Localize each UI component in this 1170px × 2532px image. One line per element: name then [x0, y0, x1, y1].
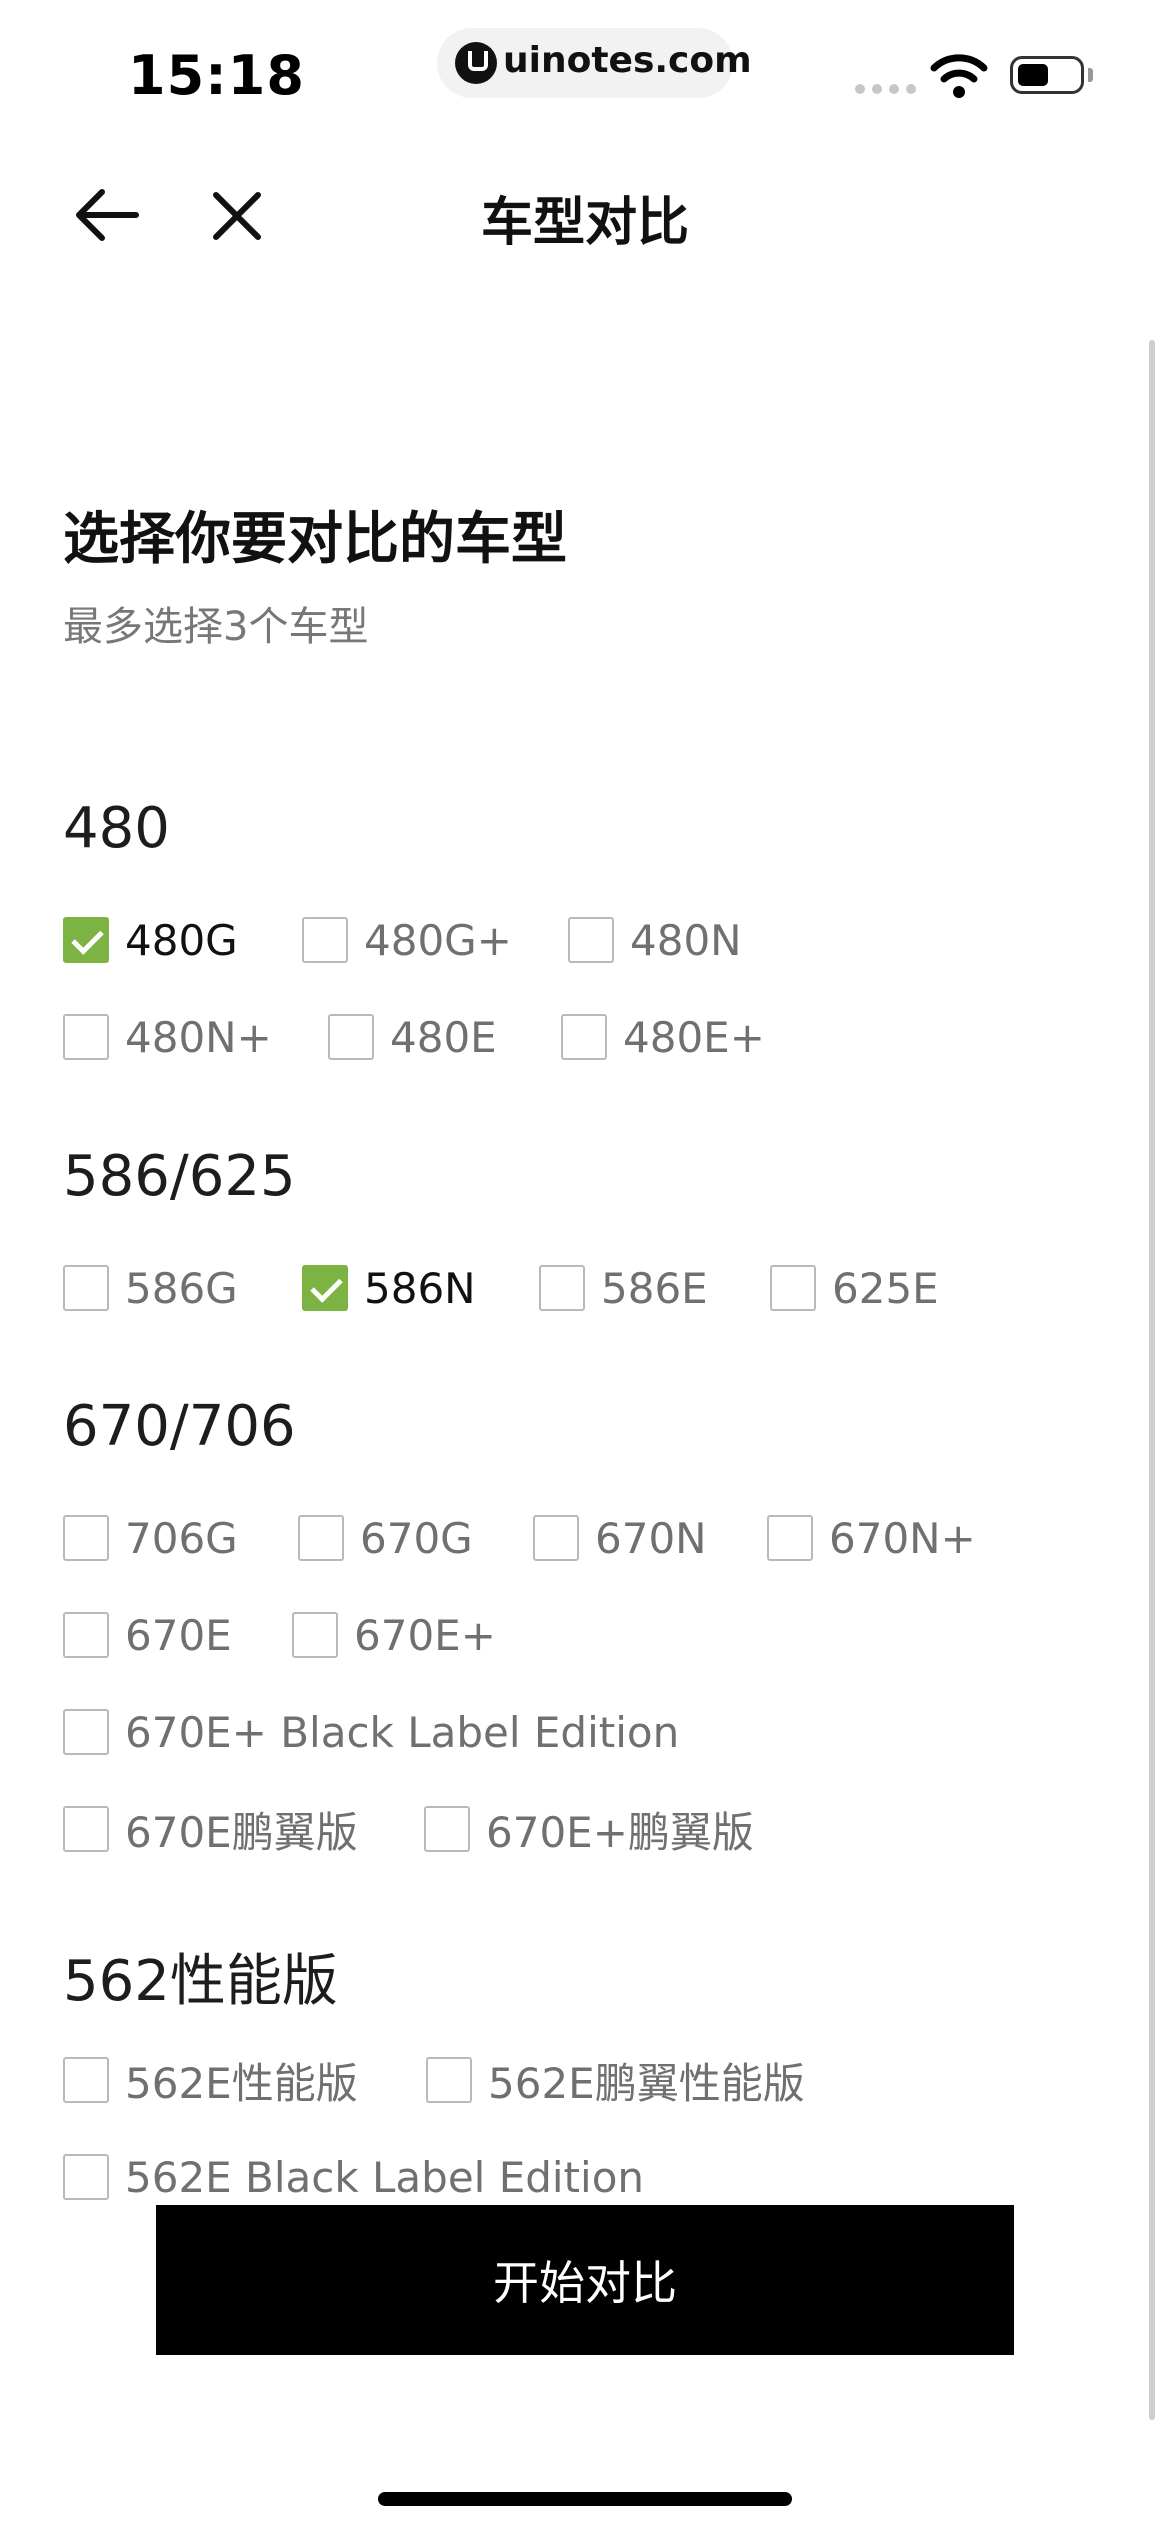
option-checkbox[interactable]: 586G — [63, 1260, 238, 1316]
option-checkbox[interactable]: 480E+ — [561, 1009, 765, 1065]
option-checkbox[interactable]: 670N — [533, 1510, 707, 1566]
checkbox[interactable] — [63, 1612, 109, 1658]
option-label: 586G — [125, 1263, 238, 1313]
checkbox[interactable] — [426, 2057, 472, 2103]
nav-bar: 车型对比 — [0, 140, 1170, 280]
group-title-562: 562性能版 — [63, 1949, 338, 2014]
option-checkbox[interactable]: 586N — [302, 1260, 476, 1316]
option-label: 480E+ — [623, 1012, 765, 1062]
option-label: 562E Black Label Edition — [125, 2152, 645, 2202]
option-label: 562E鹏翼性能版 — [488, 2058, 805, 2108]
checkbox[interactable] — [561, 1014, 607, 1060]
option-checkbox[interactable]: 586E — [539, 1260, 708, 1316]
option-label: 670E — [125, 1610, 232, 1660]
checkbox[interactable] — [302, 917, 348, 963]
option-label: 586N — [364, 1263, 476, 1313]
checkbox[interactable] — [298, 1515, 344, 1561]
checkbox[interactable] — [63, 1014, 109, 1060]
checkbox[interactable] — [63, 1265, 109, 1311]
option-checkbox[interactable]: 670E — [63, 1607, 232, 1663]
option-label: 625E — [832, 1263, 939, 1313]
url-pill[interactable]: uinotes.com — [437, 28, 752, 98]
cellular-signal-icon — [855, 84, 917, 94]
option-label: 670E鹏翼版 — [125, 1807, 358, 1857]
checkbox[interactable] — [63, 1515, 109, 1561]
option-checkbox[interactable]: 670N+ — [767, 1510, 976, 1566]
option-label: 670E+ — [354, 1610, 496, 1660]
option-checkbox[interactable]: 562E Black Label Edition — [63, 2149, 644, 2205]
option-checkbox[interactable]: 670E+ Black Label Edition — [63, 1704, 679, 1760]
site-logo-icon — [455, 42, 497, 84]
checkbox[interactable] — [767, 1515, 813, 1561]
group-title-670-706: 670/706 — [63, 1394, 296, 1459]
option-label: 670N+ — [829, 1513, 976, 1563]
checkbox[interactable] — [568, 917, 614, 963]
status-bar: 15:18 uinotes.com — [0, 0, 1170, 140]
option-label: 670E+鹏翼版 — [486, 1807, 754, 1857]
page-subtitle: 最多选择3个车型 — [63, 604, 369, 650]
start-compare-button[interactable]: 开始对比 — [156, 2205, 1014, 2355]
option-label: 586E — [601, 1263, 708, 1313]
option-label: 706G — [125, 1513, 238, 1563]
group-title-586-625: 586/625 — [63, 1144, 296, 1209]
checkbox[interactable] — [292, 1612, 338, 1658]
checkbox[interactable] — [63, 1806, 109, 1852]
option-label: 480G — [125, 915, 238, 965]
url-text: uinotes.com — [503, 40, 752, 81]
page-title: 选择你要对比的车型 — [63, 507, 567, 572]
option-checkbox[interactable]: 706G — [63, 1510, 238, 1566]
checkbox[interactable] — [328, 1014, 374, 1060]
battery-icon — [1010, 56, 1084, 94]
option-checkbox[interactable]: 670E+鹏翼版 — [424, 1801, 754, 1857]
home-indicator — [378, 2492, 792, 2506]
option-label: 562E性能版 — [125, 2058, 358, 2108]
checkbox[interactable] — [533, 1515, 579, 1561]
option-checkbox[interactable]: 670G — [298, 1510, 473, 1566]
option-checkbox[interactable]: 625E — [770, 1260, 939, 1316]
battery-tip — [1088, 68, 1093, 82]
option-checkbox[interactable]: 480N+ — [63, 1009, 272, 1065]
checkbox[interactable] — [63, 1709, 109, 1755]
option-checkbox[interactable]: 480G+ — [302, 912, 512, 968]
checkbox[interactable] — [63, 2154, 109, 2200]
option-checkbox[interactable]: 670E鹏翼版 — [63, 1801, 358, 1857]
checkbox[interactable] — [63, 2057, 109, 2103]
option-label: 480N+ — [125, 1012, 272, 1062]
wifi-icon — [930, 54, 988, 98]
option-checkbox[interactable]: 670E+ — [292, 1607, 496, 1663]
option-checkbox[interactable]: 480N — [568, 912, 742, 968]
option-label: 480G+ — [364, 915, 512, 965]
option-label: 670E+ Black Label Edition — [125, 1707, 680, 1757]
status-time: 15:18 — [128, 44, 305, 107]
option-label: 480E — [390, 1012, 497, 1062]
option-label: 480N — [630, 915, 742, 965]
option-checkbox[interactable]: 562E鹏翼性能版 — [426, 2052, 805, 2108]
scrollbar[interactable] — [1149, 340, 1155, 2420]
checkbox-checked[interactable] — [63, 917, 109, 963]
option-checkbox[interactable]: 480E — [328, 1009, 497, 1065]
option-label: 670N — [595, 1513, 707, 1563]
option-checkbox[interactable]: 562E性能版 — [63, 2052, 358, 2108]
option-checkbox[interactable]: 480G — [63, 912, 238, 968]
checkbox[interactable] — [770, 1265, 816, 1311]
page-nav-title: 车型对比 — [480, 193, 689, 253]
group-title-480: 480 — [63, 796, 170, 861]
checkbox[interactable] — [424, 1806, 470, 1852]
option-label: 670G — [360, 1513, 473, 1563]
checkbox[interactable] — [539, 1265, 585, 1311]
checkbox-checked[interactable] — [302, 1265, 348, 1311]
